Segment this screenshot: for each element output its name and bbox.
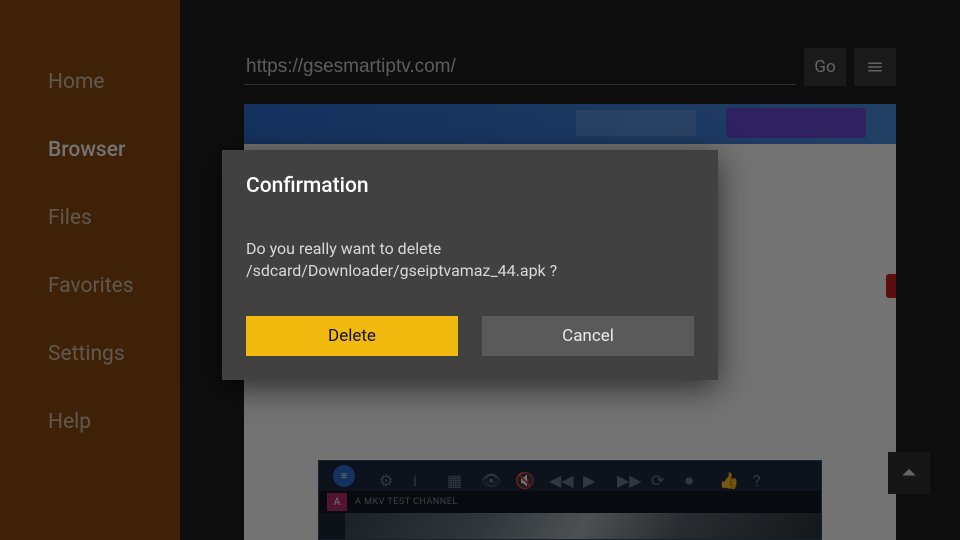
dialog-title: Confirmation bbox=[246, 174, 694, 198]
confirmation-dialog: Confirmation Do you really want to delet… bbox=[222, 150, 718, 379]
cancel-button[interactable]: Cancel bbox=[482, 316, 694, 356]
dialog-message: Do you really want to delete /sdcard/Dow… bbox=[246, 238, 626, 281]
app-root: Home Browser Files Favorites Settings He… bbox=[0, 0, 960, 540]
modal-overlay: Confirmation Do you really want to delet… bbox=[0, 0, 960, 540]
delete-button[interactable]: Delete bbox=[246, 316, 458, 356]
dialog-actions: Delete Cancel bbox=[246, 316, 694, 356]
